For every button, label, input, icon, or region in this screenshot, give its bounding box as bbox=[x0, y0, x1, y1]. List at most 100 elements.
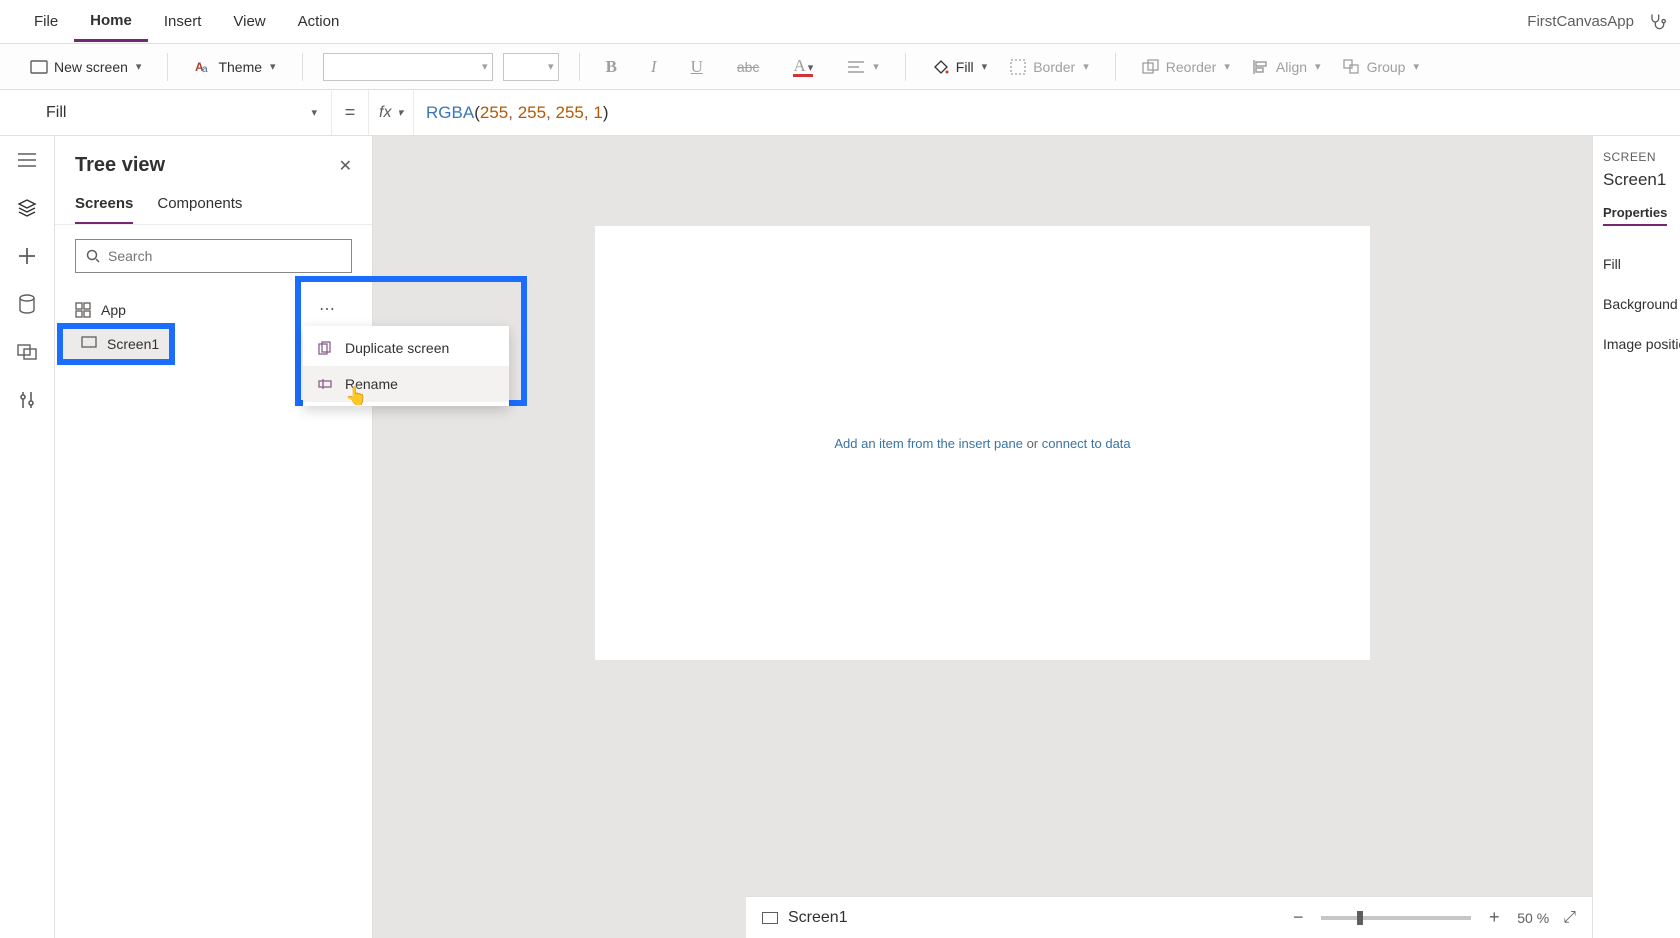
prop-row-background-image[interactable]: Background image bbox=[1603, 284, 1670, 324]
canvas-hint: Add an item from the insert pane or conn… bbox=[834, 436, 1130, 451]
hamburger-icon[interactable] bbox=[15, 148, 39, 172]
app-icon bbox=[75, 302, 91, 318]
health-check-icon[interactable] bbox=[1646, 11, 1668, 33]
search-icon bbox=[86, 249, 100, 263]
tree-item-screen1[interactable]: Screen1 bbox=[61, 327, 171, 361]
ctx-duplicate-screen[interactable]: Duplicate screen bbox=[303, 330, 509, 366]
data-icon[interactable] bbox=[15, 292, 39, 316]
screen-canvas[interactable]: Add an item from the insert pane or conn… bbox=[595, 226, 1370, 660]
separator bbox=[167, 53, 168, 81]
property-selector[interactable]: Fill ▾ bbox=[32, 91, 332, 135]
property-name: Fill bbox=[46, 104, 66, 122]
props-header-small: SCREEN bbox=[1603, 150, 1670, 164]
formula-fn: RGBA bbox=[426, 103, 474, 122]
chevron-down-icon: ▾ bbox=[270, 60, 276, 73]
menu-insert[interactable]: Insert bbox=[148, 3, 218, 40]
prop-row-image-position[interactable]: Image position bbox=[1603, 324, 1670, 364]
new-screen-button[interactable]: New screen ▾ bbox=[24, 54, 147, 80]
theme-icon: Aa bbox=[194, 58, 212, 76]
screen-icon bbox=[30, 58, 48, 76]
close-icon[interactable]: ✕ bbox=[339, 156, 352, 176]
chevron-down-icon: ▾ bbox=[311, 106, 317, 119]
app-name-label: FirstCanvasApp bbox=[1527, 13, 1634, 30]
strikethrough-button[interactable]: abc bbox=[731, 55, 766, 79]
underline-button[interactable]: U bbox=[685, 53, 709, 81]
screen-icon bbox=[81, 336, 97, 352]
media-icon[interactable] bbox=[15, 340, 39, 364]
tab-properties[interactable]: Properties bbox=[1603, 205, 1667, 226]
ctx-rename[interactable]: Rename bbox=[303, 366, 509, 402]
theme-button[interactable]: Aa Theme ▾ bbox=[188, 54, 281, 80]
formula-input[interactable]: RGBA(255, 255, 255, 1) bbox=[414, 103, 608, 123]
border-label: Border bbox=[1033, 59, 1075, 75]
tab-components[interactable]: Components bbox=[157, 187, 242, 224]
menu-action[interactable]: Action bbox=[282, 3, 356, 40]
ctx-item-label: Duplicate screen bbox=[345, 340, 449, 356]
canvas-area: Add an item from the insert pane or conn… bbox=[373, 136, 1592, 938]
svg-text:a: a bbox=[202, 64, 208, 75]
new-screen-label: New screen bbox=[54, 59, 128, 75]
reorder-label: Reorder bbox=[1166, 59, 1217, 75]
reorder-icon bbox=[1142, 58, 1160, 76]
menu-bar: File Home Insert View Action FirstCanvas… bbox=[0, 0, 1680, 44]
separator bbox=[579, 53, 580, 81]
fx-button[interactable]: fx▾ bbox=[368, 90, 414, 135]
equals-label: = bbox=[332, 102, 368, 123]
props-screen-name: Screen1 bbox=[1603, 170, 1670, 190]
reorder-button[interactable]: Reorder ▾ bbox=[1136, 54, 1236, 80]
zoom-slider[interactable] bbox=[1321, 916, 1471, 920]
group-icon bbox=[1343, 58, 1361, 76]
screen-icon bbox=[762, 912, 778, 924]
insert-pane-link[interactable]: Add an item from the insert pane bbox=[834, 436, 1023, 451]
separator bbox=[905, 53, 906, 81]
slider-thumb[interactable] bbox=[1357, 911, 1363, 925]
font-color-button[interactable]: A▾ bbox=[787, 52, 819, 81]
insert-icon[interactable] bbox=[15, 244, 39, 268]
align-icon bbox=[1252, 58, 1270, 76]
group-label: Group bbox=[1367, 59, 1406, 75]
status-bar: Screen1 − + 50 % ⤢ bbox=[746, 896, 1592, 938]
fit-to-window-icon[interactable]: ⤢ bbox=[1563, 909, 1576, 927]
border-button[interactable]: Border ▾ bbox=[1003, 54, 1095, 80]
zoom-in-button[interactable]: + bbox=[1485, 907, 1503, 928]
border-icon bbox=[1009, 58, 1027, 76]
status-screen-name: Screen1 bbox=[788, 909, 848, 927]
menu-file[interactable]: File bbox=[18, 3, 74, 40]
separator bbox=[1115, 53, 1116, 81]
tree-item-label: App bbox=[101, 302, 126, 318]
group-button[interactable]: Group ▾ bbox=[1337, 54, 1425, 80]
search-input[interactable] bbox=[108, 248, 341, 264]
formula-bar: Fill ▾ = fx▾ RGBA(255, 255, 255, 1) bbox=[0, 90, 1680, 136]
fill-label: Fill bbox=[956, 59, 974, 75]
tab-screens[interactable]: Screens bbox=[75, 187, 133, 224]
menu-view[interactable]: View bbox=[217, 3, 281, 40]
zoom-out-button[interactable]: − bbox=[1289, 907, 1307, 928]
bold-button[interactable]: B bbox=[600, 53, 623, 81]
font-family-select[interactable]: ▾ bbox=[323, 53, 493, 81]
duplicate-icon bbox=[317, 340, 333, 356]
prop-row-fill[interactable]: Fill bbox=[1603, 244, 1670, 284]
advanced-tools-icon[interactable] bbox=[15, 388, 39, 412]
tree-view-icon[interactable] bbox=[15, 196, 39, 220]
properties-panel: SCREEN Screen1 Properties Fill Backgroun… bbox=[1592, 136, 1680, 938]
tree-view-title: Tree view bbox=[75, 154, 165, 177]
fill-button[interactable]: Fill ▾ bbox=[926, 54, 993, 80]
left-rail bbox=[0, 136, 55, 938]
paint-bucket-icon bbox=[932, 58, 950, 76]
context-menu: Duplicate screen Rename bbox=[303, 326, 509, 406]
menu-home[interactable]: Home bbox=[74, 2, 148, 42]
zoom-percent: 50 bbox=[1517, 910, 1533, 926]
align-label: Align bbox=[1276, 59, 1307, 75]
connect-data-link[interactable]: connect to data bbox=[1042, 436, 1131, 451]
separator bbox=[302, 53, 303, 81]
font-size-select[interactable]: ▾ bbox=[503, 53, 559, 81]
canvas-hint-or: or bbox=[1023, 436, 1042, 451]
search-box[interactable] bbox=[75, 239, 352, 273]
italic-button[interactable]: I bbox=[645, 53, 663, 81]
more-options-button[interactable]: ⋯ bbox=[313, 296, 341, 322]
chevron-down-icon: ▾ bbox=[982, 60, 988, 73]
ctx-item-label: Rename bbox=[345, 376, 398, 392]
text-align-button[interactable]: ▾ bbox=[841, 56, 885, 78]
percent-symbol: % bbox=[1537, 910, 1549, 926]
align-button[interactable]: Align ▾ bbox=[1246, 54, 1327, 80]
